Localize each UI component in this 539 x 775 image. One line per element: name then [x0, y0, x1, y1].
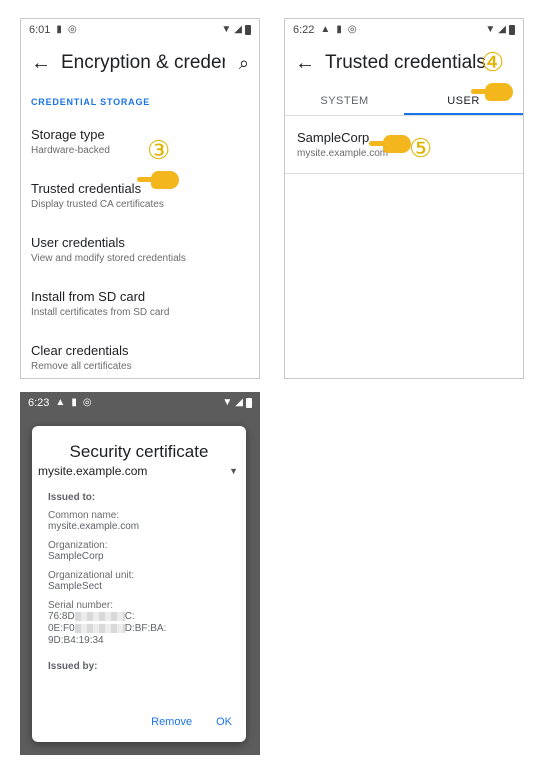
- dialog-actions: Remove OK: [151, 716, 232, 728]
- serial-part: D:BF:BA:: [124, 623, 167, 634]
- common-name-label: Common name:: [48, 510, 120, 521]
- search-icon[interactable]: ⌕: [225, 53, 249, 74]
- wifi-icon: ▼: [485, 24, 496, 35]
- pref-install-from-sd[interactable]: Install from SD card Install certificate…: [21, 281, 259, 335]
- pref-subtitle: Remove all certificates: [31, 361, 132, 372]
- back-arrow-icon[interactable]: ←: [295, 52, 325, 75]
- certificate-dialog: Security certificate mysite.example.com …: [32, 426, 246, 742]
- issued-by-heading: Issued by:: [48, 661, 98, 672]
- step-marker-4: ④: [481, 47, 505, 77]
- battery-icon: [246, 398, 252, 408]
- pref-title: Storage type: [31, 127, 105, 142]
- signal-icon: ◢: [498, 24, 506, 35]
- dropdown-arrow-icon: ▼: [229, 466, 238, 476]
- sd-card-icon: ▮: [56, 24, 62, 35]
- pref-subtitle: View and modify stored credentials: [31, 253, 186, 264]
- sync-icon: ◎: [67, 24, 77, 35]
- certificate-details: Issued to: Common name: mysite.example.c…: [32, 478, 246, 672]
- page-title: Encryption & creden…: [61, 52, 225, 73]
- signal-icon: ◢: [235, 397, 243, 408]
- serial-number-line-1: 76:8D C:: [48, 611, 230, 623]
- signal-icon: ◢: [234, 24, 242, 35]
- organization-value: SampleCorp: [48, 551, 104, 562]
- serial-number-line-3: 9D:B4:19:34: [48, 635, 104, 646]
- pref-subtitle: Install certificates from SD card: [31, 307, 170, 318]
- panel-security-certificate: 6:23 ▲ ▮ ◎ ▼ ◢ Security certificate mysi…: [20, 392, 260, 755]
- serial-part: C:: [124, 611, 135, 622]
- serial-number-label: Serial number:: [48, 600, 114, 611]
- pref-subtitle: Display trusted CA certificates: [31, 199, 164, 210]
- status-bar: 6:22 ▲ ▮ ◎ ▼ ◢: [285, 19, 523, 41]
- issued-to-heading: Issued to:: [48, 492, 96, 503]
- pref-title: User credentials: [31, 235, 125, 250]
- pref-clear-credentials[interactable]: Clear credentials Remove all certificate…: [21, 335, 259, 378]
- sync-icon: ◎: [82, 397, 92, 408]
- ok-button[interactable]: OK: [216, 716, 232, 728]
- pref-title: Trusted credentials: [31, 181, 142, 196]
- organization-label: Organization:: [48, 540, 108, 551]
- back-arrow-icon[interactable]: ←: [31, 52, 61, 75]
- battery-icon: [509, 25, 515, 35]
- wifi-icon: ▼: [222, 397, 233, 408]
- dialog-title: Security certificate: [69, 442, 209, 461]
- pref-title: Install from SD card: [31, 289, 146, 304]
- pref-user-credentials[interactable]: User credentials View and modify stored …: [21, 227, 259, 281]
- serial-number-line-2: 0E:F0 D:BF:BA:: [48, 623, 230, 635]
- redaction-blur: [74, 623, 125, 633]
- pointing-hand-icon: [369, 135, 411, 153]
- status-bar: 6:23 ▲ ▮ ◎ ▼ ◢: [20, 392, 260, 414]
- redaction-blur: [74, 611, 125, 621]
- pointing-hand-icon: [471, 83, 513, 101]
- sync-icon: ◎: [347, 24, 357, 35]
- section-header: CREDENTIAL STORAGE: [31, 97, 151, 107]
- step-marker-5: ⑤: [409, 133, 433, 163]
- status-bar: 6:01 ▮ ◎ ▼ ◢: [21, 19, 259, 41]
- dropdown-selected-value: mysite.example.com: [38, 464, 148, 478]
- status-time: 6:22: [293, 24, 315, 36]
- alert-icon: ▲: [320, 24, 331, 35]
- sd-card-icon: ▮: [336, 24, 342, 35]
- domain-dropdown[interactable]: mysite.example.com ▼: [32, 462, 246, 478]
- pointing-hand-icon: [137, 171, 179, 189]
- pref-title: Clear credentials: [31, 343, 129, 358]
- step-marker-3: ③: [147, 135, 171, 165]
- alert-icon: ▲: [55, 397, 66, 408]
- tab-system[interactable]: SYSTEM: [285, 85, 404, 115]
- panel-encryption-credentials: 6:01 ▮ ◎ ▼ ◢ ← Encryption & creden… ⌕ CR…: [20, 18, 260, 379]
- sd-card-icon: ▮: [71, 397, 77, 408]
- serial-part: 0E:F0: [48, 623, 75, 634]
- org-unit-label: Organizational unit:: [48, 570, 135, 581]
- status-time: 6:01: [29, 24, 51, 36]
- pref-subtitle: Hardware-backed: [31, 145, 110, 156]
- wifi-icon: ▼: [221, 24, 232, 35]
- common-name-value: mysite.example.com: [48, 521, 140, 532]
- pref-storage-type[interactable]: Storage type Hardware-backed: [21, 119, 259, 173]
- org-unit-value: SampleSect: [48, 581, 102, 592]
- remove-button[interactable]: Remove: [151, 716, 192, 728]
- status-time: 6:23: [28, 397, 50, 409]
- app-bar: ← Encryption & creden… ⌕: [21, 41, 259, 85]
- serial-part: 76:8D: [48, 611, 75, 622]
- panel-trusted-credentials: 6:22 ▲ ▮ ◎ ▼ ◢ ← Trusted credentials SYS…: [284, 18, 524, 379]
- battery-icon: [245, 25, 251, 35]
